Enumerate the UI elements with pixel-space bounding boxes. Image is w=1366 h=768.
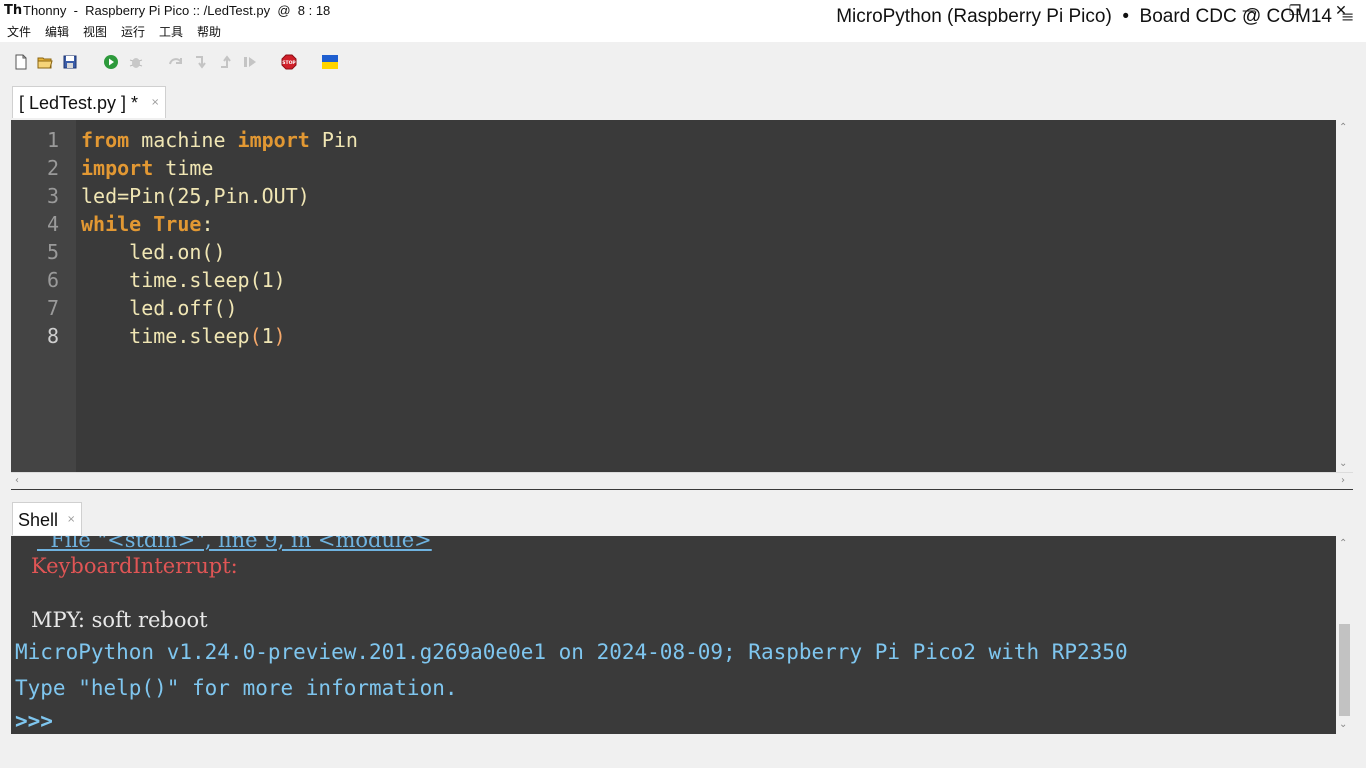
scroll-up-icon[interactable]: ⌃ <box>1339 122 1347 134</box>
tab-ledtest[interactable]: [ LedTest.py ] * × <box>12 86 166 118</box>
line-number: 4 <box>46 212 59 236</box>
line-number-gutter: 1 2 3 4 5 6 7 8 <box>11 120 76 472</box>
menu-run[interactable]: 运行 <box>121 24 145 40</box>
code-line[interactable]: import time <box>81 154 213 182</box>
resume-icon[interactable] <box>242 54 258 70</box>
soft-reboot-line: MPY: soft reboot <box>31 608 208 632</box>
shell-prompt[interactable]: >>> <box>15 707 66 734</box>
micropython-banner: MicroPython v1.24.0-preview.201.g269a0e0… <box>15 640 1128 664</box>
thonny-app-icon: Th <box>4 3 23 18</box>
code-line[interactable]: time.sleep(1) <box>81 322 286 350</box>
step-into-icon[interactable] <box>193 54 209 70</box>
shell-scroll-down-icon[interactable]: ⌄ <box>1339 719 1347 731</box>
code-line[interactable]: from machine import Pin <box>81 126 358 154</box>
code-line[interactable]: time.sleep(1) <box>81 266 286 294</box>
run-icon[interactable] <box>103 54 119 70</box>
new-file-icon[interactable] <box>13 54 29 70</box>
tab-close-icon[interactable]: × <box>151 96 159 110</box>
save-icon[interactable] <box>62 54 78 70</box>
code-token: time.sleep <box>81 324 250 348</box>
bug-icon[interactable] <box>128 54 144 70</box>
keyword-token: from <box>81 128 130 152</box>
scroll-right-icon[interactable]: › <box>1341 475 1345 487</box>
error-line: KeyboardInterrupt: <box>31 554 245 578</box>
step-out-icon[interactable] <box>218 54 234 70</box>
menu-help[interactable]: 帮助 <box>197 24 221 40</box>
menu-edit[interactable]: 编辑 <box>45 24 69 40</box>
code-token: time <box>153 156 214 180</box>
keyword-token: True <box>153 212 202 236</box>
code-token: led.off() <box>81 296 238 320</box>
shell-scroll-up-icon[interactable]: ⌃ <box>1339 538 1347 550</box>
shell-tab-close-icon[interactable]: × <box>67 513 75 527</box>
code-token: ) <box>273 324 286 348</box>
shell-vertical-scrollbar[interactable]: ⌃ ⌄ <box>1336 536 1353 734</box>
shell-console[interactable]: File "<stdin>", line 9, in <module> Keyb… <box>11 536 1353 734</box>
menu-file[interactable]: 文件 <box>7 24 31 40</box>
keyword-token: import <box>237 128 310 152</box>
tab-shell-label: Shell <box>18 510 59 530</box>
line-number: 7 <box>46 296 59 320</box>
code-line[interactable]: led.on() <box>81 238 226 266</box>
line-number: 3 <box>46 184 59 208</box>
code-token: machine <box>129 128 238 152</box>
line-number: 8 <box>46 324 59 348</box>
flag-icon[interactable] <box>322 54 338 70</box>
code-line[interactable]: led.off() <box>81 294 238 322</box>
code-token: led=Pin(25,Pin.OUT) <box>81 184 310 208</box>
status-bar <box>0 736 1366 768</box>
line-number: 5 <box>46 240 59 264</box>
line-number: 6 <box>46 268 59 292</box>
shell-scroll-thumb[interactable] <box>1339 624 1350 716</box>
step-over-icon[interactable] <box>168 54 184 70</box>
code-token: ( <box>249 324 262 348</box>
hamburger-menu-icon[interactable]: ≡ <box>1341 7 1354 27</box>
editor-horizontal-scrollbar[interactable]: ‹ › <box>11 472 1353 489</box>
code-token: Pin <box>309 128 358 152</box>
code-editor[interactable]: 1 2 3 4 5 6 7 8 from machine import Pin i… <box>11 120 1353 490</box>
menu-tools[interactable]: 工具 <box>159 24 183 40</box>
line-number: 1 <box>46 128 59 152</box>
stop-icon[interactable]: STOP <box>281 54 297 70</box>
code-token: led.on() <box>81 240 226 264</box>
window-title: Thonny - Raspberry Pi Pico :: /LedTest.p… <box>23 3 331 18</box>
scroll-left-icon[interactable]: ‹ <box>15 475 19 487</box>
code-token: 1 <box>261 324 274 348</box>
menu-view[interactable]: 视图 <box>83 24 107 40</box>
interpreter-selector[interactable]: MicroPython (Raspberry Pi Pico) • Board … <box>836 6 1332 28</box>
code-token: time.sleep(1) <box>81 268 286 292</box>
help-hint-line: Type "help()" for more information. <box>15 676 458 700</box>
tab-shell[interactable]: Shell × <box>12 502 82 535</box>
scroll-down-icon[interactable]: ⌄ <box>1339 458 1347 470</box>
open-folder-icon[interactable] <box>37 54 53 70</box>
editor-vertical-scrollbar[interactable]: ⌃ ⌄ <box>1336 120 1353 472</box>
keyword-token: import <box>81 156 154 180</box>
code-line[interactable]: while True: <box>81 210 213 238</box>
line-number: 2 <box>46 156 59 180</box>
code-line[interactable]: led=Pin(25,Pin.OUT) <box>81 182 310 210</box>
traceback-link[interactable]: File "<stdin>", line 9, in <module> <box>37 536 431 553</box>
stop-icon-label: STOP <box>282 60 296 66</box>
code-token: : <box>201 212 214 236</box>
keyword-token: while <box>81 212 142 236</box>
tab-ledtest-label: [ LedTest.py ] * <box>19 93 139 113</box>
